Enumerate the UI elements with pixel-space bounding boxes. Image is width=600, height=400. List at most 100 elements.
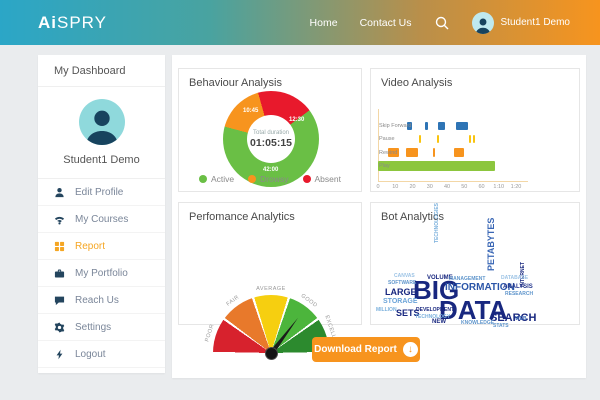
wordcloud-word: DEVELOPMENT [416,307,455,313]
brand-logo[interactable]: AiSPRY [38,13,107,33]
legend-item-active: Active [199,174,234,184]
legend-label: Drowsy [260,174,289,184]
wifi-icon [53,213,65,225]
sidebar-item-my-portfolio[interactable]: My Portfolio [38,260,165,287]
timeline-bar [433,148,436,158]
timeline-bar [378,161,496,172]
sidebar-title: My Dashboard [38,55,165,87]
sidebar-item-reach-us[interactable]: Reach Us [38,287,165,314]
sidebar-item-report[interactable]: Report [38,233,165,260]
wordcloud-word: STORAGE [383,298,418,305]
download-arrow-icon: ↓ [402,342,418,357]
sidebar-item-label: Report [75,240,106,252]
download-report-label: Download Report [314,344,397,355]
wordcloud-word: MILLION [376,307,397,313]
wordcloud-word: PETABYTES [486,217,496,271]
download-report-button[interactable]: Download Report ↓ [312,337,420,362]
legend-item-drowsy: Drowsy [248,174,289,184]
video-timeline-chart[interactable]: Skip Forward Pause Rewind Play 0 10 20 30 40 50 60… [371,69,579,191]
wordcloud-word: MANAGEMENT [449,276,486,282]
timeline-bar [453,148,465,158]
sidebar-item-label: Reach Us [75,294,119,306]
search-icon[interactable] [434,15,450,31]
timeline-x-tick: 40 [443,184,451,190]
briefcase-icon [53,267,65,279]
wordcloud-word: NEW [432,319,446,325]
wordcloud-word: WEB [515,316,527,322]
legend-item-absent: Absent [302,174,341,184]
sidebar-item-label: My Portfolio [75,267,128,279]
sidebar-item-edit-profile[interactable]: Edit Profile [38,179,165,206]
sidebar: My Dashboard Student1 Demo Edit Profile M… [38,55,165,373]
brand-logo-spry: SPRY [57,12,107,32]
timeline-row-label: Play [379,163,390,170]
timeline-x-tick: 20 [409,184,416,190]
donut-center-value: 01:05:15 [249,136,293,149]
sidebar-user-name: Student1 Demo [63,154,140,166]
timeline-bar [424,122,428,130]
sidebar-item-label: Edit Profile [75,186,124,198]
wordcloud-word: CANVAS [394,273,415,279]
timeline-y-axis [378,109,379,182]
legend-dot [199,175,208,183]
legend-dot [248,175,257,183]
wordcloud-word: TECHNOLOGIES [434,202,440,243]
nav-link-contact-us[interactable]: Contact Us [360,17,412,29]
timeline-x-tick: 1:20 [510,184,522,190]
sidebar-item-settings[interactable]: Settings [38,314,165,341]
donut-active-value: 42:00 [263,167,279,173]
donut-center-caption: Total duration [252,129,290,136]
nav-user-name: Student1 Demo [500,17,571,28]
legend-dot [302,175,311,183]
timeline-x-tick: 30 [426,184,433,190]
gauge-needle-hub [264,346,278,360]
wordcloud-word: STATS [493,323,509,329]
timeline-row-label: Skip Forward [379,123,412,129]
timeline-bar [438,122,446,130]
avatar [78,99,125,145]
donut-drowsy-value: 10:45 [243,108,259,114]
timeline-bar [469,135,472,144]
behaviour-card-title: Behaviour Analysis [189,77,282,89]
timeline-x-tick: 1:10 [493,184,505,190]
bot-card-title: Bot Analytics [381,211,444,223]
nav-user-menu[interactable]: Student1 Demo [471,11,571,34]
donut-absent-value: 12:30 [289,117,305,123]
timeline-bar [455,122,468,130]
power-icon [53,348,65,360]
sidebar-item-my-courses[interactable]: My Courses [38,206,165,233]
performance-analytics-card: Perfomance Analytics POOR FAIR AVERAGE GOOD… [178,202,363,360]
sidebar-profile: Student1 Demo [38,87,165,179]
video-analysis-card: Video Analysis Skip Forward Pause Rewind Pl… [370,68,580,192]
wordcloud-word: LARGE [385,287,417,297]
timeline-row-label: Rewind [379,149,398,156]
timeline-x-axis [378,181,528,182]
timeline-bar [405,148,418,158]
timeline-x-tick: 10 [392,184,399,190]
timeline-bar [419,135,422,144]
bot-analytics-card: Bot Analytics BIG DATA INFORMATION PETABYTE… [370,202,580,329]
nav-link-home[interactable]: Home [310,17,338,29]
wordcloud-word: KNOWLEDGE [461,320,495,326]
wordcloud-word: SOFTWARE [388,280,417,286]
top-navbar: AiSPRY Home Contact Us Student1 Demo [0,0,600,45]
performance-gauge-chart[interactable]: POOR FAIR AVERAGE GOOD EXCELLENT [179,243,363,360]
donut-legend: Active Drowsy Absent [179,174,361,184]
wordcloud-word: ANALYSIS [503,284,533,290]
main-content: Behaviour Analysis 10:45 12:30 42:00 Tot… [172,55,586,378]
report-grid-icon [53,240,65,252]
sidebar-item-label: Settings [75,321,112,333]
timeline-row-label: Pause [379,136,395,143]
timeline-x-tick: 50 [461,184,468,190]
gauge-segment-label: AVERAGE [256,286,286,292]
gear-icon [53,321,65,333]
timeline-bar [436,135,439,144]
timeline-x-tick: 60 [478,184,485,190]
legend-label: Absent [314,174,341,184]
person-icon [53,186,65,198]
sidebar-menu: Edit Profile My Courses Report My Portfolio… [38,179,165,368]
sidebar-item-logout[interactable]: Logout [38,341,165,368]
behaviour-donut-chart[interactable]: 10:45 12:30 42:00 Total duration 01:05:1… [223,91,319,187]
wordcloud-word: RESEARCH [505,291,534,297]
brand-logo-ai: Ai [38,12,57,32]
